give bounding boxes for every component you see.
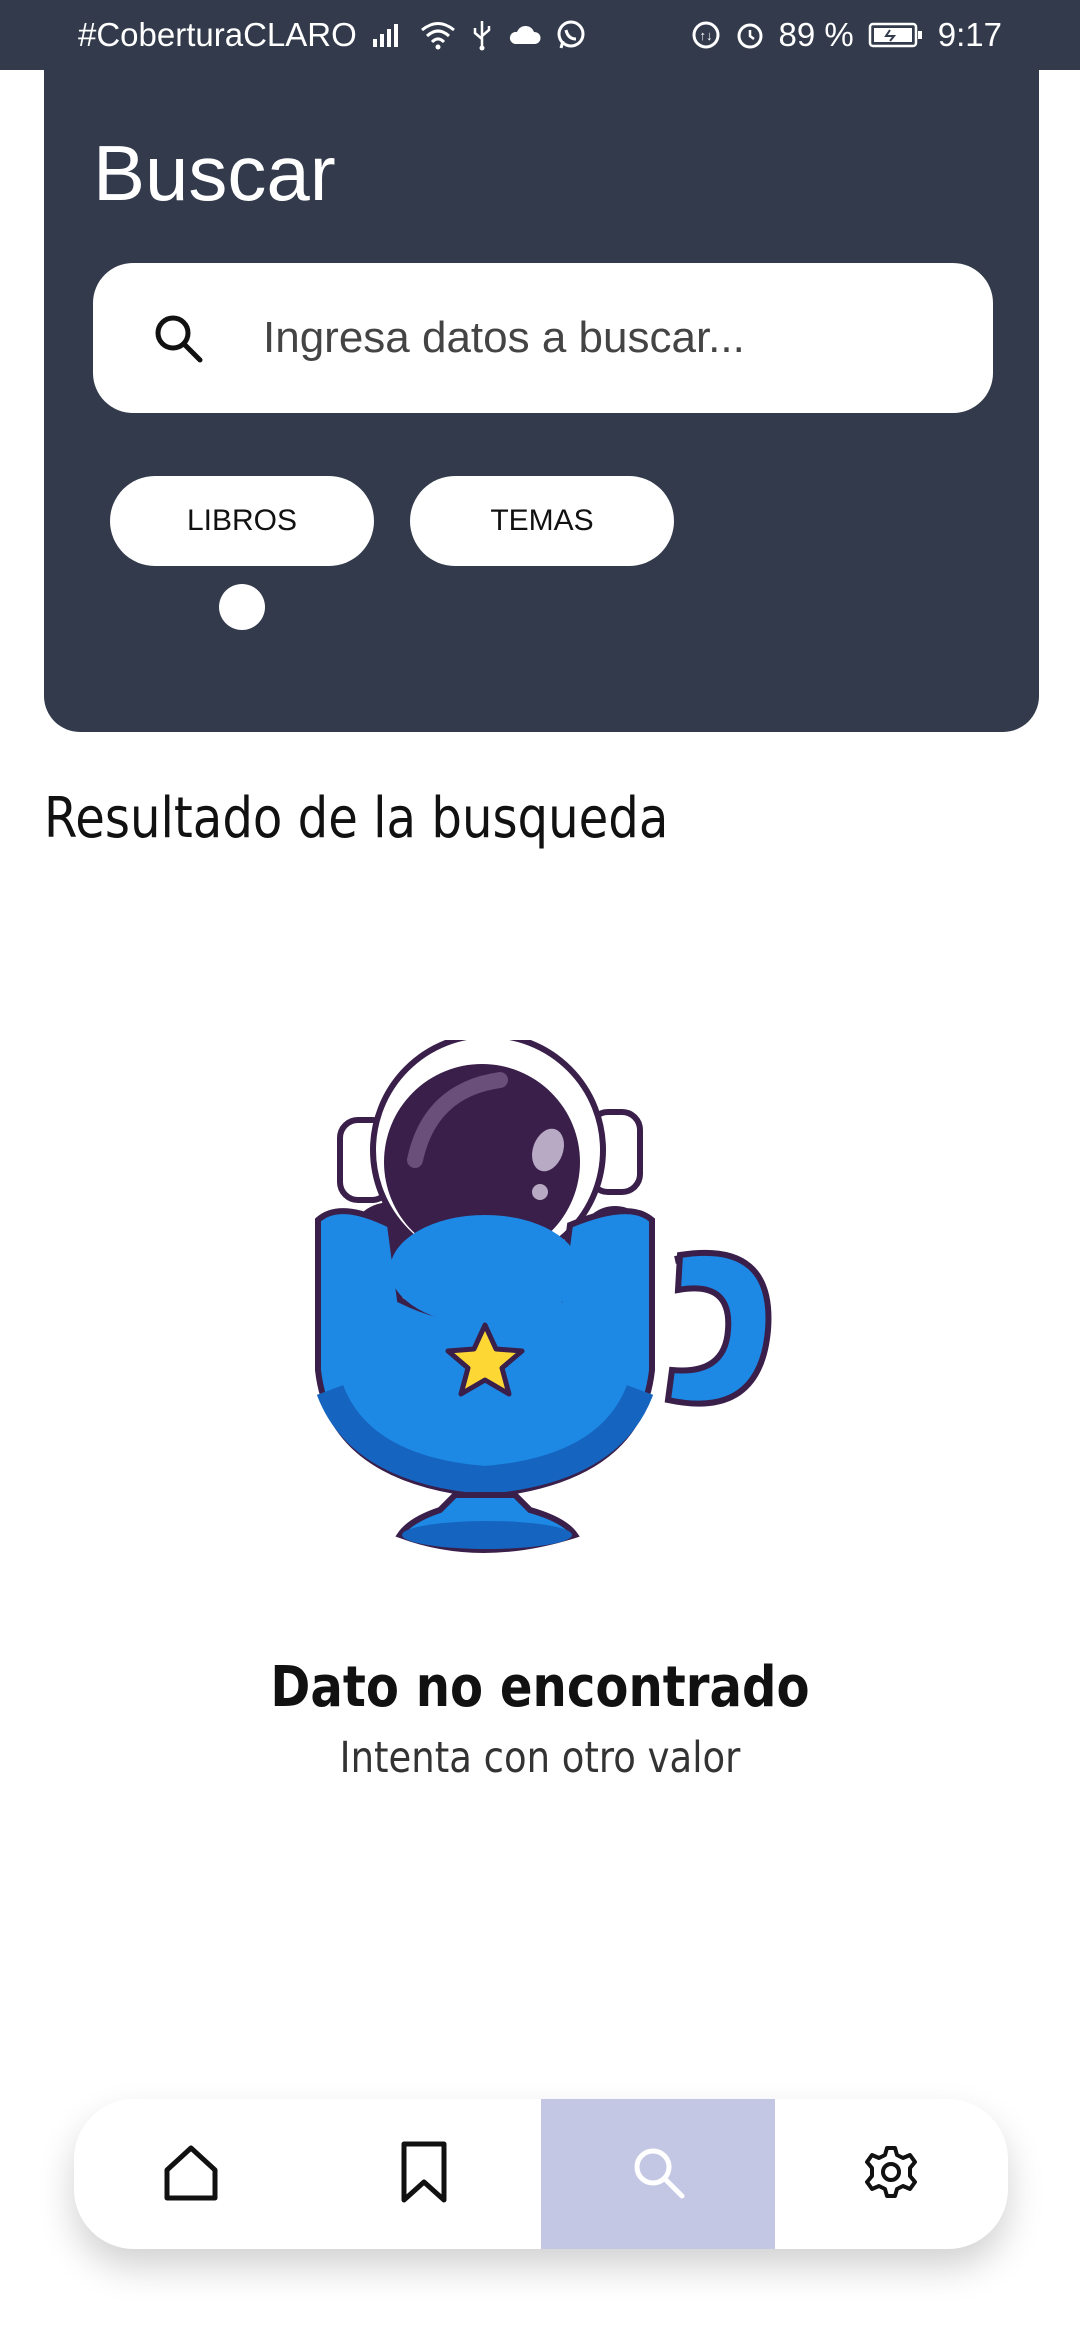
- nav-item-search[interactable]: [541, 2099, 775, 2249]
- status-right: ↑↓ 89 % 9:17: [691, 16, 1002, 54]
- empty-state-title: Dato no encontrado: [270, 1655, 810, 1720]
- wifi-icon: [419, 20, 457, 50]
- data-saver-icon: ↑↓: [691, 20, 721, 50]
- signal-icon: [371, 21, 405, 49]
- nav-item-bookmarks[interactable]: [308, 2099, 542, 2249]
- gear-icon: [863, 2144, 919, 2205]
- cloud-icon: [507, 24, 541, 46]
- filter-chip-libros[interactable]: LIBROS: [110, 476, 374, 566]
- home-icon: [159, 2140, 223, 2209]
- status-bar: #CoberturaCLARO ↑↓ 89 % 9:17: [0, 0, 1080, 70]
- search-header: Buscar LIBROS TEMAS: [44, 70, 1039, 732]
- whatsapp-icon: [555, 19, 587, 51]
- svg-text:↑↓: ↑↓: [699, 28, 712, 43]
- bookmark-icon: [396, 2140, 452, 2209]
- empty-state-subtitle: Intenta con otro valor: [339, 1733, 741, 1783]
- bottom-navigation: [74, 2099, 1008, 2249]
- usb-icon: [471, 19, 493, 51]
- nav-item-home[interactable]: [74, 2099, 308, 2249]
- battery-icon: [868, 21, 924, 49]
- search-bar[interactable]: [93, 263, 993, 413]
- selected-filter-indicator: [219, 584, 265, 630]
- search-icon: [628, 2142, 688, 2207]
- astronaut-in-cup-illustration: [300, 1032, 780, 1570]
- battery-percent: 89 %: [778, 16, 854, 53]
- alarm-icon: [735, 20, 765, 50]
- search-icon: [93, 310, 263, 366]
- clock: 9:17: [937, 16, 1002, 53]
- status-left: #CoberturaCLARO: [78, 16, 587, 54]
- carrier-label: #CoberturaCLARO: [78, 16, 357, 53]
- nav-item-settings[interactable]: [775, 2099, 1009, 2249]
- search-input[interactable]: [263, 313, 943, 363]
- page-title: Buscar: [93, 129, 336, 217]
- filter-chip-temas[interactable]: TEMAS: [410, 476, 674, 566]
- results-title: Resultado de la busqueda: [44, 786, 669, 851]
